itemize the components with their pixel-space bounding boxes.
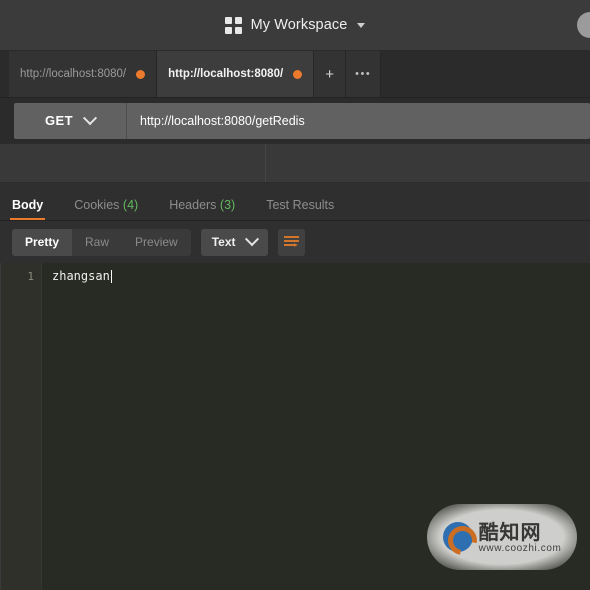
tab-headers-label: Headers <box>169 198 217 212</box>
tab-cookies-count: (4) <box>122 198 139 212</box>
line-number: 1 <box>27 270 34 283</box>
chevron-down-icon <box>82 110 98 125</box>
workspace-selector[interactable]: My Workspace <box>224 16 366 34</box>
tab-test-results-label: Test Results <box>266 198 335 212</box>
view-mode-preview[interactable]: Preview <box>122 229 191 256</box>
response-body-editor[interactable]: 1 zhangsan 酷知网 www.coozhi.com <box>0 263 590 590</box>
tab-body-label: Body <box>12 198 44 212</box>
workspace-label: My Workspace <box>250 17 348 33</box>
line-number-gutter: 1 <box>1 263 42 590</box>
chevron-down-icon <box>244 232 259 247</box>
word-wrap-icon <box>283 235 299 247</box>
grid-icon <box>224 16 242 34</box>
code-line: zhangsan <box>52 268 590 285</box>
url-bar-inner: GET http://localhost:8080/getRedis <box>14 102 590 139</box>
view-mode-group: Pretty Raw Preview <box>12 228 191 256</box>
band-left <box>0 144 266 182</box>
unsaved-dot-icon[interactable] <box>136 69 146 79</box>
tab-body[interactable]: Body <box>9 198 46 220</box>
text-cursor <box>110 270 112 283</box>
response-toolbar: Pretty Raw Preview Text <box>0 221 590 263</box>
view-mode-pretty[interactable]: Pretty <box>12 228 73 256</box>
user-avatar[interactable] <box>577 12 590 38</box>
band-right <box>266 144 590 182</box>
chevron-down-icon <box>357 22 366 28</box>
request-tab[interactable]: http://localhost:8080/ <box>9 51 158 97</box>
tab-test-results[interactable]: Test Results <box>266 198 334 220</box>
method-selector[interactable]: GET <box>14 102 127 139</box>
new-tab-button[interactable]: + <box>314 51 347 97</box>
view-mode-raw[interactable]: Raw <box>72 229 122 256</box>
tab-headers-count: (3) <box>219 198 236 212</box>
request-tab-label: http://localhost:8080/ <box>20 68 127 80</box>
request-tab-label: http://localhost:8080/ <box>168 68 284 80</box>
app-header: My Workspace <box>0 0 590 51</box>
request-tab-active[interactable]: http://localhost:8080/ <box>157 51 315 97</box>
tab-headers[interactable]: Headers (3) <box>169 198 235 220</box>
postman-window: My Workspace http://localhost:8080/ http… <box>0 0 590 590</box>
tab-cookies-label: Cookies <box>74 198 120 212</box>
method-label: GET <box>45 113 73 128</box>
code-line-text: zhangsan <box>52 269 110 283</box>
unsaved-dot-icon[interactable] <box>293 69 303 79</box>
response-body-code[interactable]: zhangsan <box>42 263 590 590</box>
format-label: Text <box>211 235 236 249</box>
tab-options-button[interactable]: ••• <box>346 51 382 97</box>
request-params-band <box>0 143 590 183</box>
request-url-bar: GET http://localhost:8080/getRedis <box>0 98 590 143</box>
request-tab-strip: http://localhost:8080/ http://localhost:… <box>0 51 590 98</box>
url-input[interactable]: http://localhost:8080/getRedis <box>127 103 590 139</box>
response-tabs: Body Cookies (4) Headers (3) Test Result… <box>0 183 590 221</box>
word-wrap-button[interactable] <box>277 228 305 256</box>
format-selector[interactable]: Text <box>200 228 268 256</box>
tab-cookies[interactable]: Cookies (4) <box>74 198 138 220</box>
